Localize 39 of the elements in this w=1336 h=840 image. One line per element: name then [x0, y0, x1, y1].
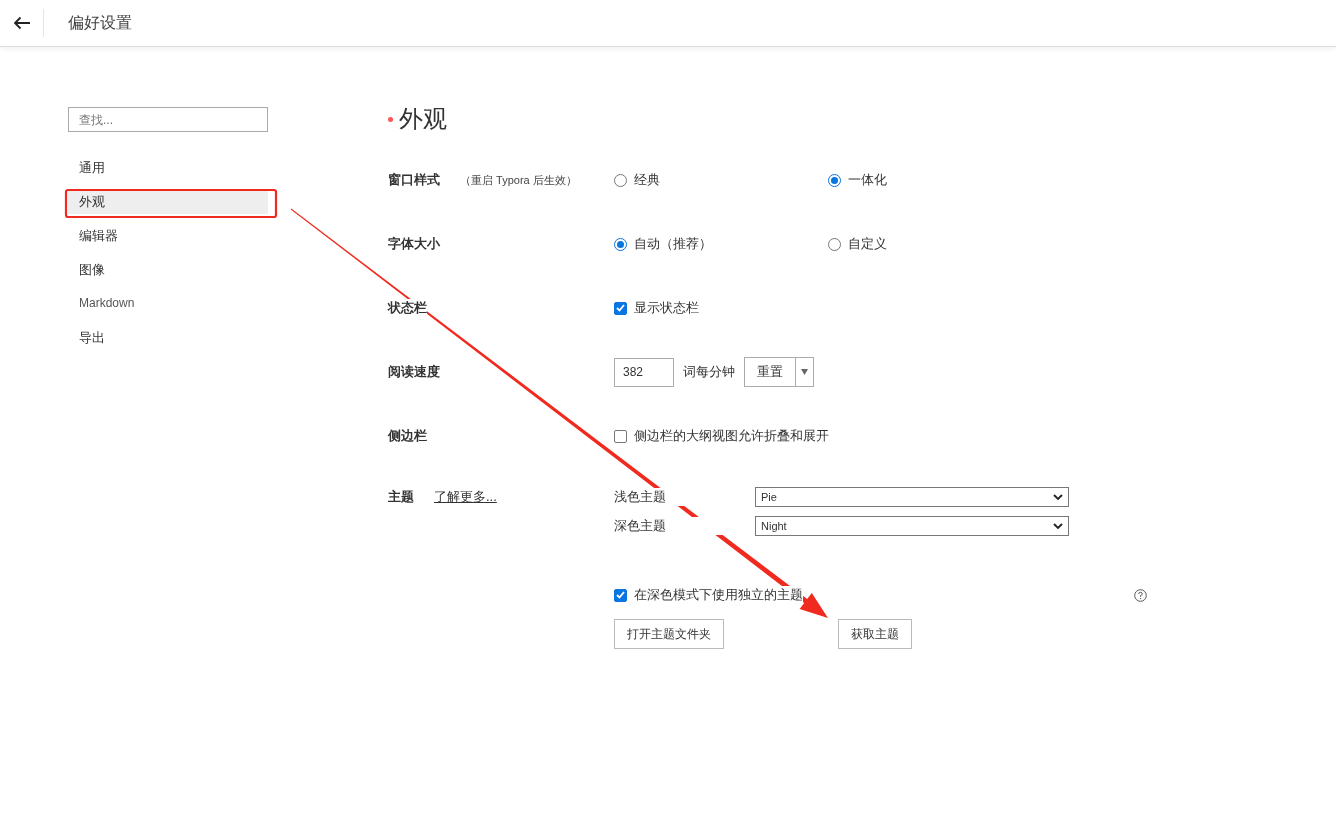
number-field[interactable]: 382: [614, 357, 674, 387]
chevron-icon: [1053, 522, 1063, 530]
setting-label: 字体大小: [388, 235, 440, 253]
option-label: 一体化: [848, 171, 887, 189]
back-arrow-icon: [12, 16, 31, 30]
theme-select[interactable]: Night: [755, 516, 1069, 536]
option-label: 侧边栏的大纲视图允许折叠和展开: [634, 427, 829, 445]
search-field[interactable]: 查找...: [68, 107, 268, 132]
sidebar-item[interactable]: 导出: [68, 325, 268, 350]
sidebar-item[interactable]: 图像: [68, 257, 268, 282]
setting-label: 主题: [388, 488, 414, 506]
caret-icon: [801, 369, 808, 375]
theme-button[interactable]: 打开主题文件夹: [614, 619, 724, 649]
theme-button[interactable]: 获取主题: [838, 619, 912, 649]
setting-note: （重启 Typora 后生效）: [460, 172, 577, 188]
help-icon[interactable]: [1134, 588, 1147, 602]
option-label: 经典: [634, 171, 660, 189]
section-dot: [388, 116, 393, 122]
setting-label: 窗口样式: [388, 171, 440, 189]
checkbox[interactable]: [614, 588, 627, 602]
option-label: 在深色模式下使用独立的主题: [634, 586, 803, 604]
option-label: 显示状态栏: [634, 299, 699, 317]
setting-label: 状态栏: [388, 299, 427, 317]
window-title: 偏好设置: [68, 12, 132, 33]
checkbox[interactable]: [614, 301, 627, 315]
section-title: 外观: [399, 104, 447, 134]
checkbox[interactable]: [614, 429, 627, 443]
option-label: 自动（推荐）: [634, 235, 712, 253]
option-label: 自定义: [848, 235, 887, 253]
setting-label: 阅读速度: [388, 363, 440, 381]
learn-more-link[interactable]: 了解更多...: [434, 488, 497, 506]
sidebar-item[interactable]: 外观: [68, 189, 268, 214]
theme-select[interactable]: Pie: [755, 487, 1069, 507]
sidebar-item[interactable]: Markdown: [68, 291, 268, 316]
unit-label: 词每分钟: [683, 363, 735, 381]
setting-label: 侧边栏: [388, 427, 427, 445]
sidebar-item[interactable]: 编辑器: [68, 223, 268, 248]
sidebar-item[interactable]: 通用: [68, 155, 268, 180]
chevron-icon: [1053, 493, 1063, 501]
